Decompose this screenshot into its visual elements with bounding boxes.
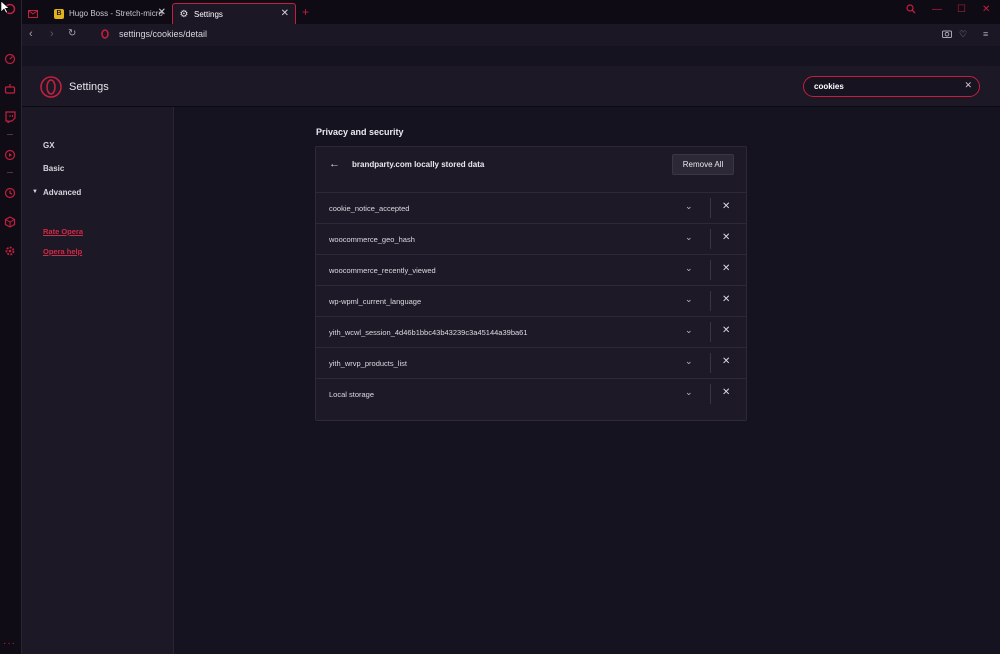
expand-chevron-icon[interactable]: ⌄ (685, 263, 693, 274)
speed-limiter-icon[interactable] (3, 52, 17, 66)
opera-help-link[interactable]: Opera help (43, 247, 82, 256)
settings-nav: GX Basic ▼ Advanced Rate Opera Opera hel… (22, 107, 174, 654)
hugo-favicon-icon: B (54, 8, 64, 19)
mail-icon (28, 9, 38, 19)
site-data-card: ← brandparty.com locally stored data Rem… (315, 146, 747, 421)
expand-chevron-icon[interactable]: ⌄ (685, 294, 693, 305)
settings-header: Settings ✕ (22, 66, 1000, 107)
expand-chevron-icon[interactable]: ⌄ (685, 387, 693, 398)
settings-search-box[interactable]: ✕ (803, 76, 980, 97)
expand-chevron-icon[interactable]: ⌄ (685, 356, 693, 367)
section-title: Privacy and security (316, 127, 404, 137)
back-button[interactable]: ‹ (29, 28, 33, 40)
close-tab-icon[interactable]: ✕ (281, 8, 289, 19)
item-label: woocommerce_recently_viewed (329, 266, 436, 275)
sidebar-divider (7, 134, 13, 135)
divider (710, 198, 711, 218)
card-title: brandparty.com locally stored data (352, 160, 485, 169)
twitch-icon[interactable] (3, 110, 17, 124)
gear-icon: ⚙ (179, 8, 189, 20)
list-item: wp-wpml_current_language ⌄ ✕ (316, 285, 746, 316)
search-input[interactable] (814, 80, 954, 93)
back-arrow-icon[interactable]: ← (329, 158, 340, 170)
expand-chevron-icon[interactable]: ⌄ (685, 232, 693, 243)
opera-logo-icon (40, 76, 62, 98)
item-label: Local storage (329, 390, 375, 399)
rate-opera-link[interactable]: Rate Opera (43, 227, 83, 236)
list-item: Local storage ⌄ ✕ (316, 378, 746, 409)
list-item: woocommerce_geo_hash ⌄ ✕ (316, 223, 746, 254)
address-bar: ‹ › ↻ settings/cookies/detail ♡ ≡ (22, 24, 1000, 46)
close-window-button[interactable]: ✕ (982, 4, 990, 15)
opera-site-icon (101, 29, 109, 39)
nav-item-basic[interactable]: Basic (43, 164, 64, 173)
reload-button[interactable]: ↻ (68, 28, 76, 39)
nav-item-advanced[interactable]: Advanced (43, 188, 81, 197)
tab-settings[interactable]: ⚙ Settings ✕ (172, 3, 296, 24)
url-text[interactable]: settings/cookies/detail (119, 29, 207, 39)
list-item: yith_wrvp_products_list ⌄ ✕ (316, 347, 746, 378)
tab-mail[interactable] (22, 3, 48, 24)
remove-item-icon[interactable]: ✕ (722, 356, 730, 367)
history-icon[interactable] (3, 186, 17, 200)
new-tab-button[interactable]: + (302, 5, 309, 19)
divider (710, 353, 711, 373)
item-label: wp-wpml_current_language (329, 297, 422, 306)
minimize-button[interactable]: — (932, 4, 942, 15)
search-tabs-icon[interactable] (906, 4, 916, 17)
settings-gear-icon[interactable] (3, 244, 17, 258)
expand-chevron-icon[interactable]: ⌄ (685, 201, 693, 212)
item-label: cookie_notice_accepted (329, 204, 410, 213)
item-label: yith_wrvp_products_list (329, 359, 407, 368)
divider (710, 229, 711, 249)
remove-item-icon[interactable]: ✕ (722, 387, 730, 398)
maximize-button[interactable]: ☐ (957, 4, 966, 15)
list-item: cookie_notice_accepted ⌄ ✕ (316, 192, 746, 223)
remove-item-icon[interactable]: ✕ (722, 325, 730, 336)
caret-down-icon: ▼ (32, 189, 38, 195)
list-item: yith_wcwl_session_4d46b1bbc43b43239c3a45… (316, 316, 746, 347)
extensions-cube-icon[interactable] (3, 215, 17, 229)
browser-window: ··· B Hugo Boss - Stretch-micro ✕ ⚙ Sett… (0, 0, 1000, 654)
item-label: yith_wcwl_session_4d46b1bbc43b43239c3a45… (329, 328, 528, 337)
nav-item-gx[interactable]: GX (43, 141, 55, 150)
mouse-cursor-icon (0, 0, 10, 14)
player-icon[interactable] (3, 148, 17, 162)
snapshot-icon[interactable] (942, 29, 952, 40)
sidebar: ··· (0, 0, 22, 654)
bookmark-heart-icon[interactable]: ♡ (959, 29, 967, 40)
tab-label: Hugo Boss - Stretch-micro (69, 9, 163, 18)
expand-chevron-icon[interactable]: ⌄ (685, 325, 693, 336)
easy-setup-menu-icon[interactable]: ≡ (983, 29, 988, 39)
tab-hugo-boss[interactable]: B Hugo Boss - Stretch-micro ✕ (48, 3, 172, 24)
divider (710, 291, 711, 311)
more-icon[interactable]: ··· (3, 638, 16, 649)
tab-label: Settings (194, 9, 223, 19)
sidebar-divider (7, 172, 13, 173)
remove-item-icon[interactable]: ✕ (722, 232, 730, 243)
divider (710, 384, 711, 404)
item-label: woocommerce_geo_hash (329, 235, 415, 244)
tab-bar: B Hugo Boss - Stretch-micro ✕ ⚙ Settings… (22, 0, 1000, 24)
divider (710, 322, 711, 342)
forward-button[interactable]: › (50, 28, 54, 40)
list-item: woocommerce_recently_viewed ⌄ ✕ (316, 254, 746, 285)
remove-item-icon[interactable]: ✕ (722, 263, 730, 274)
remove-item-icon[interactable]: ✕ (722, 201, 730, 212)
remove-item-icon[interactable]: ✕ (722, 294, 730, 305)
divider (710, 260, 711, 280)
clear-search-icon[interactable]: ✕ (964, 80, 972, 91)
remove-all-button[interactable]: Remove All (672, 154, 734, 175)
page-title: Settings (69, 81, 109, 93)
close-tab-icon[interactable]: ✕ (158, 7, 166, 18)
gx-control-icon[interactable] (3, 82, 17, 96)
